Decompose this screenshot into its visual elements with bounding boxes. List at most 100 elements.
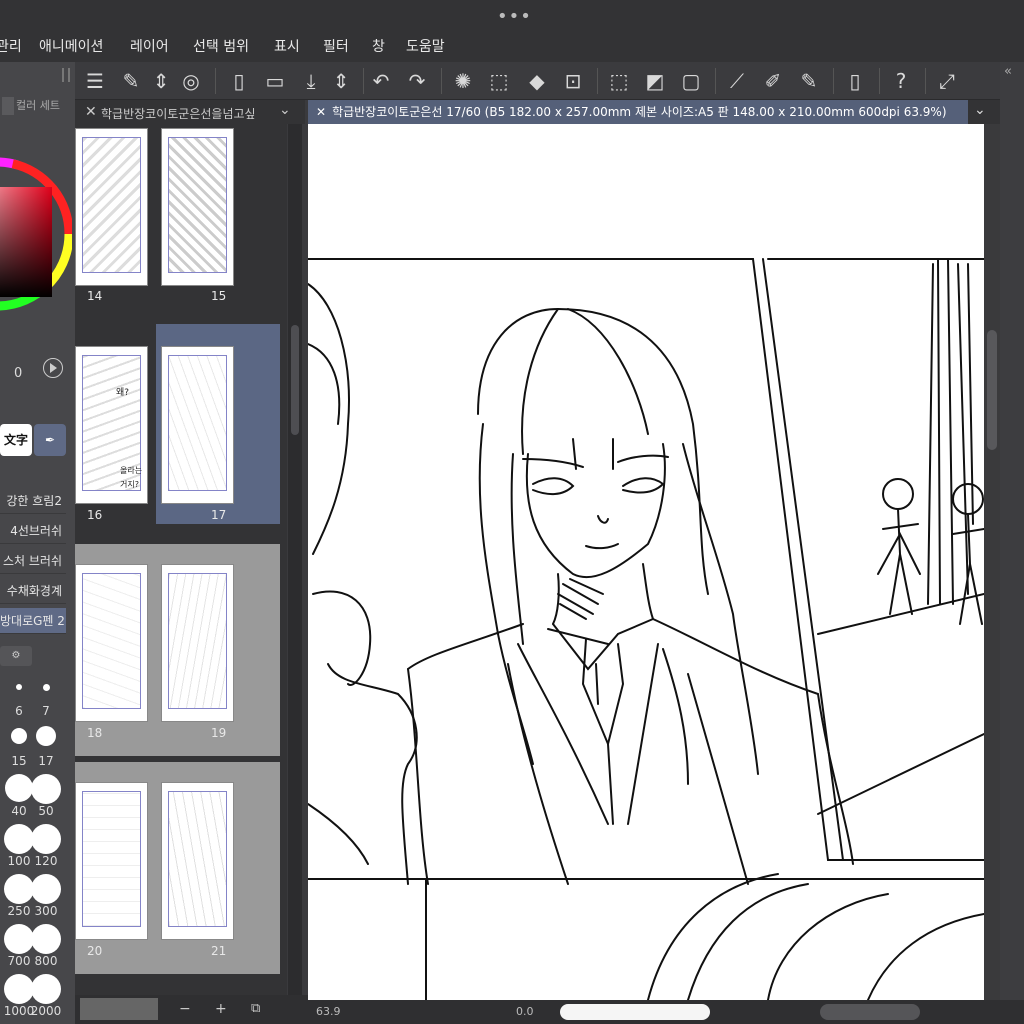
panel-grip-icon[interactable] [62,68,70,82]
color-play-icon[interactable] [43,358,63,378]
brush-size-cell[interactable]: 800 [27,922,65,971]
hamburger-menu-icon[interactable]: ☰ [81,67,109,95]
drawing-canvas[interactable] [307,124,988,1001]
brush-item[interactable]: 스처 브러쉬 [0,548,66,574]
page-spread[interactable]: 20 21 [75,762,280,974]
close-tab-icon[interactable]: ✕ [316,105,326,119]
page-number: 18 [87,726,103,740]
title-strip: ••• [0,0,1024,30]
fit-page-icon[interactable]: ⧉ [251,1001,260,1016]
zoom-value[interactable]: 63.9 [316,1005,341,1018]
page-spread[interactable]: 14 15 [75,124,280,336]
zoom-in-button[interactable]: + [215,1001,227,1017]
menu-item-manage[interactable]: 관리 [0,36,22,56]
save-icon[interactable]: ⤓ [297,67,325,95]
zoom-out-button[interactable]: − [179,1001,191,1017]
page-thumbnail[interactable] [75,128,148,286]
pen-tool-icon[interactable]: ✒ [34,424,66,456]
page-thumbnail[interactable] [75,782,148,940]
selection-border-icon[interactable]: ▢ [677,67,705,95]
expand-panel-icon[interactable]: « [1004,64,1012,79]
page-manager-scrollbar[interactable] [288,124,302,995]
menu-item-selection[interactable]: 선택 범위 [193,36,249,56]
smartphone-icon[interactable]: ▯ [841,67,869,95]
window-dots-icon[interactable]: ••• [497,6,532,27]
toolbar-divider [597,68,598,94]
canvas-tab[interactable]: ✕ 학급반장코이토군은선 17/60 (B5 182.00 x 257.00mm … [308,100,968,124]
page-number: 16 [87,508,103,522]
fill-icon[interactable]: ◆ [523,67,551,95]
line-snap-icon[interactable]: ✎ [795,67,823,95]
toolbar-divider [715,68,716,94]
color-tab-wheel[interactable] [2,97,14,115]
right-dock-collapsed[interactable]: « [1000,62,1024,1024]
page-thumbnail[interactable] [161,128,234,286]
page-manager-scroll-thumb[interactable] [291,325,299,435]
menu-item-window[interactable]: 창 [372,36,385,56]
chevron-down-icon[interactable]: ⌄ [279,102,291,118]
menu-item-filter[interactable]: 필터 [323,36,349,56]
loading-icon[interactable]: ✺ [449,67,477,95]
brush-item-active[interactable]: 방대로G펜 2 [0,608,66,634]
rotation-value[interactable]: 0.0 [516,1005,534,1018]
brush-size-cell[interactable]: 7 [27,672,65,721]
brush-size-cell[interactable]: 300 [27,872,65,921]
help-icon[interactable]: ? [887,67,915,95]
text-tool-icon[interactable]: 文字 [0,424,32,456]
toolbar-divider [879,68,880,94]
undo-icon[interactable]: ↶ [367,67,395,95]
brush-size-cell[interactable]: 2000 [27,972,65,1021]
toolbar-divider [363,68,364,94]
page-thumbnail[interactable]: 왜? 올라는 거지? [75,346,148,504]
page-thumbnail-selected[interactable] [161,346,234,504]
menu-item-animation[interactable]: 애니메이션 [39,36,103,56]
sketch-artwork [307,258,985,1001]
page-thumbnail[interactable] [161,782,234,940]
deselect-icon[interactable]: ⬚ [605,67,633,95]
canvas-horizontal-scrollbar[interactable] [560,1004,710,1020]
redo-icon[interactable]: ↷ [403,67,431,95]
brush-item[interactable]: 강한 흐림2 [0,488,66,514]
color-value-label: 0 [14,366,23,381]
canvas-vertical-scrollbar[interactable] [984,124,1000,1000]
page-spread[interactable]: 왜? 올라는 거지? 16 17 [75,324,280,536]
thumbnail-size-slider[interactable] [80,998,158,1020]
page-spread[interactable]: 18 19 [75,544,280,756]
page-thumbnail[interactable] [161,564,234,722]
speech-text: 올라는 [120,466,143,475]
invert-selection-icon[interactable]: ◩ [641,67,669,95]
brush-size-cell[interactable]: 17 [27,722,65,771]
brush-snap-icon[interactable]: ✐ [759,67,787,95]
page-number: 20 [87,944,103,958]
brush-settings-icon[interactable]: ⚙ [0,646,32,666]
ruler-snap-icon[interactable]: ⟋ [723,67,751,95]
canvas-scroll-thumb[interactable] [987,330,997,450]
brush-item[interactable]: 4선브러쉬 [0,518,66,544]
menu-item-layer[interactable]: 레이어 [130,36,169,56]
speech-text: 왜? [116,388,130,398]
color-tab-set[interactable]: 컬러 세트 [16,97,60,115]
canvas-hscroll-thumb[interactable] [820,1004,920,1020]
clip-studio-icon[interactable]: ◎ [177,67,205,95]
page-number: 21 [211,944,227,958]
toolbar-divider [441,68,442,94]
color-wheel[interactable] [0,142,72,322]
tool-property-icon[interactable]: ✎ [117,67,145,95]
open-folder-icon[interactable]: ▭ [261,67,289,95]
brush-item[interactable]: 수채화경계 [0,578,66,604]
page-thumbnail[interactable] [75,564,148,722]
page-manager-tab[interactable]: ✕ 학급반장코이토군은선을넘고싶 ⌄ [75,100,305,124]
new-file-icon[interactable]: ▯ [225,67,253,95]
page-number: 19 [211,726,227,740]
close-tab-icon[interactable]: ✕ [85,104,97,120]
menu-item-view[interactable]: 표시 [274,36,300,56]
menu-item-help[interactable]: 도움말 [406,36,445,56]
updown-icon-2[interactable]: ⇕ [327,67,355,95]
brush-size-cell[interactable]: 120 [27,822,65,871]
updown-icon[interactable]: ⇕ [147,67,175,95]
fullscreen-icon[interactable]: ⤢ [933,67,961,95]
chevron-down-icon[interactable]: ⌄ [974,102,986,118]
transform-icon[interactable]: ⊡ [559,67,587,95]
select-all-icon[interactable]: ⬚ [485,67,513,95]
brush-size-cell[interactable]: 50 [27,772,65,821]
